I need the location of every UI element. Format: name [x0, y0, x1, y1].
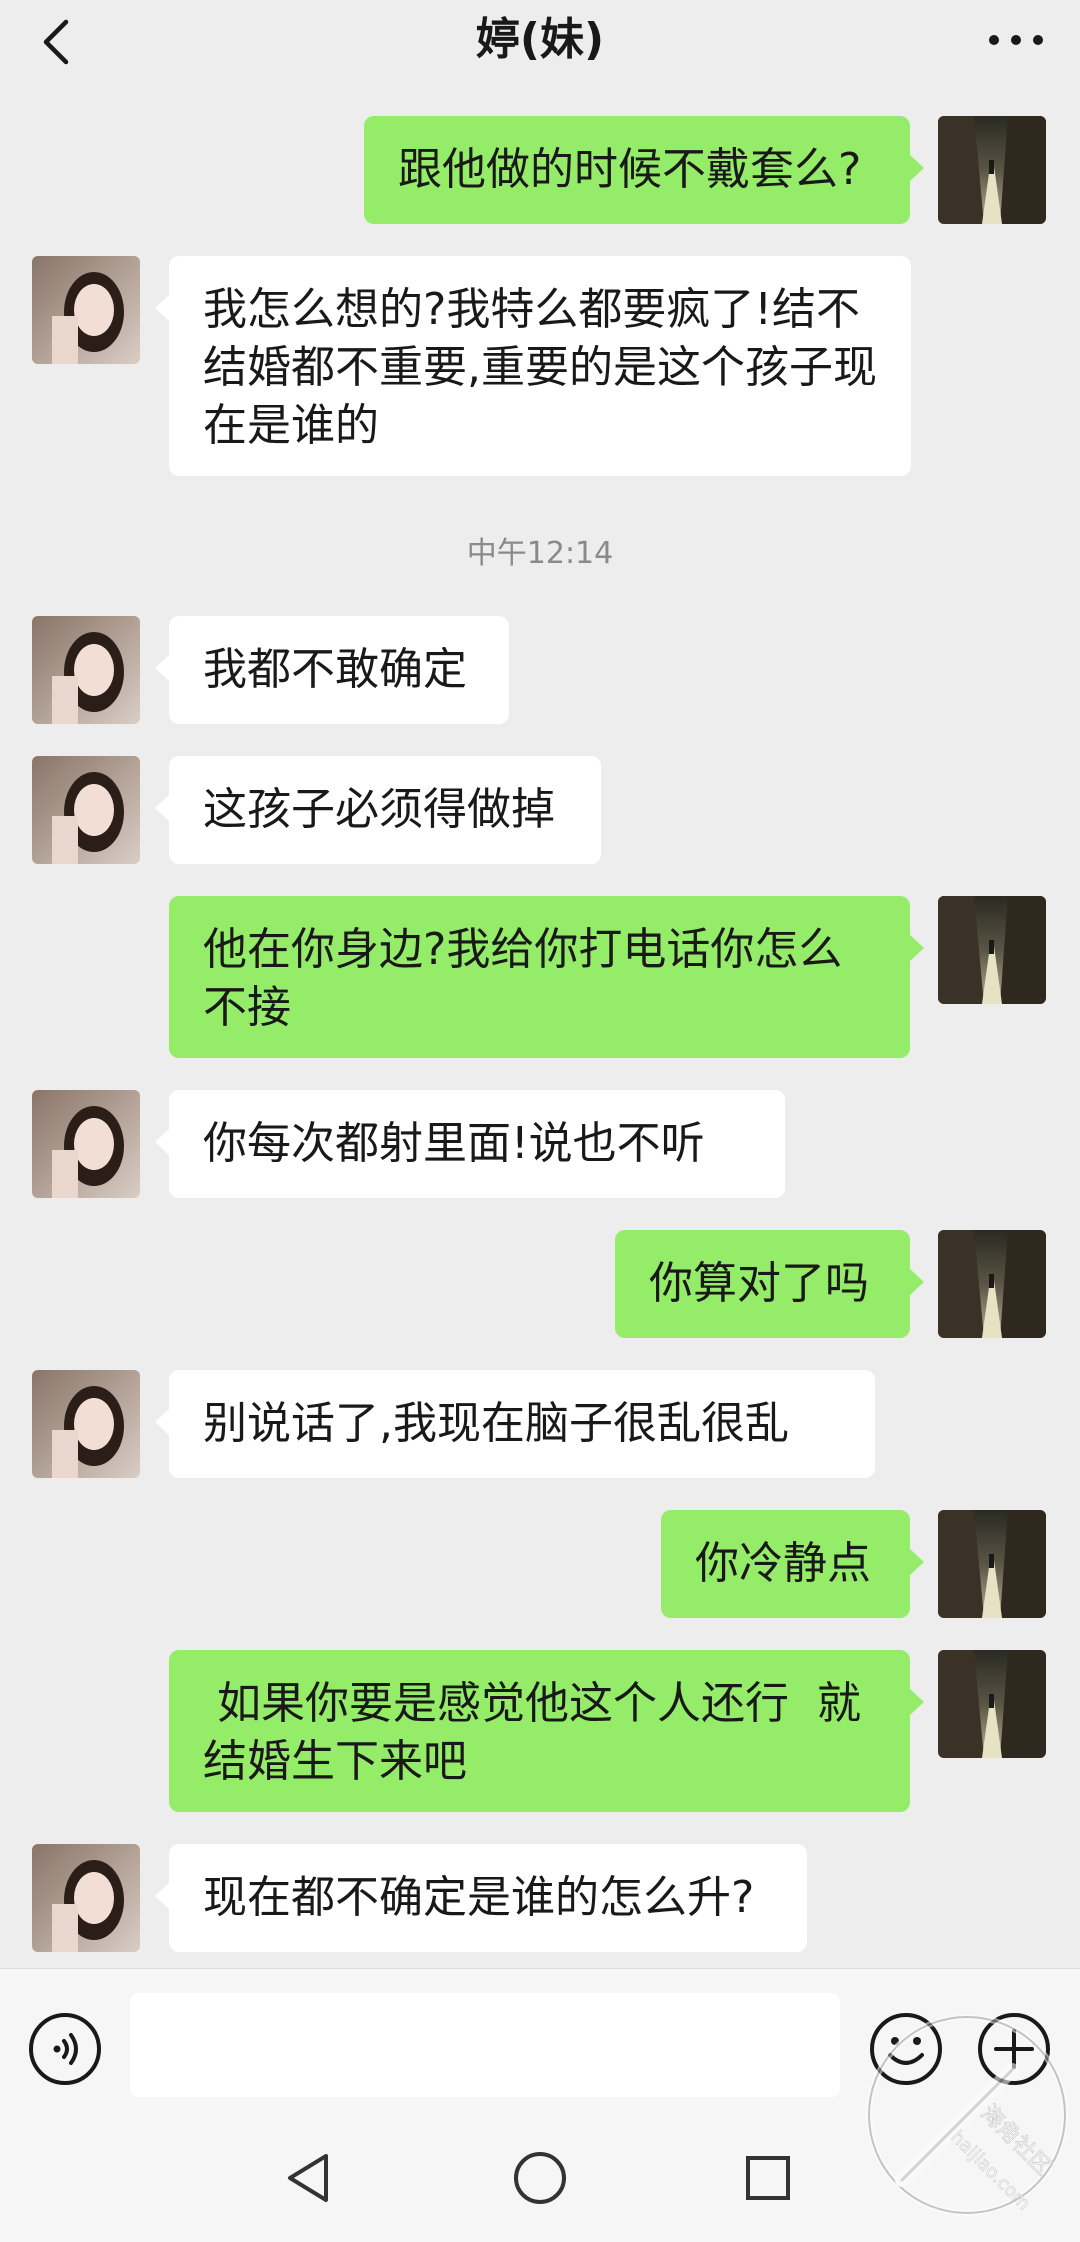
- message-bubble-sent[interactable]: 他在你身边?我给你打电话你怎么不接: [169, 896, 924, 1058]
- more-button[interactable]: [976, 12, 1056, 68]
- message-text: 你冷静点: [695, 1538, 871, 1589]
- message-text: 他在你身边?我给你打电话你怎么不接: [203, 924, 843, 1033]
- girl-photo-avatar: [32, 256, 140, 364]
- nav-home-button[interactable]: [500, 2138, 580, 2218]
- girl-photo-avatar: [32, 1844, 140, 1952]
- alley-photo-avatar: [938, 1230, 1046, 1338]
- plus-icon: [978, 2013, 1050, 2085]
- contact-avatar[interactable]: [32, 256, 140, 364]
- message-bubble-received[interactable]: 现在都不确定是谁的怎么升?: [155, 1844, 807, 1952]
- more-horizontal-icon: [989, 35, 1043, 45]
- my-avatar[interactable]: [938, 1650, 1046, 1758]
- contact-avatar[interactable]: [32, 1370, 140, 1478]
- message-text: 别说话了,我现在脑子很乱很乱: [203, 1398, 789, 1449]
- message-bubble-received[interactable]: 这孩子必须得做掉: [155, 756, 601, 864]
- my-avatar[interactable]: [938, 1510, 1046, 1618]
- nav-recents-button[interactable]: [728, 2138, 808, 2218]
- message-timestamp: 中午12:14: [466, 536, 614, 571]
- message-bubble-sent[interactable]: 跟他做的时候不戴套么?: [364, 116, 924, 224]
- chat-header: 婷(妹): [0, 0, 1080, 108]
- girl-photo-avatar: [32, 616, 140, 724]
- message-bubble-received[interactable]: 你每次都射里面!说也不听: [155, 1090, 785, 1198]
- alley-photo-avatar: [938, 1650, 1046, 1758]
- my-avatar[interactable]: [938, 896, 1046, 1004]
- contact-avatar[interactable]: [32, 1844, 140, 1952]
- square-recents-icon: [746, 2156, 790, 2200]
- contact-avatar[interactable]: [32, 1090, 140, 1198]
- message-text: 你每次都射里面!说也不听: [203, 1118, 705, 1169]
- chevron-left-icon: [43, 19, 69, 65]
- back-button[interactable]: [28, 14, 84, 70]
- girl-photo-avatar: [32, 1370, 140, 1478]
- more-functions-button[interactable]: [976, 2011, 1052, 2087]
- message-bubble-sent[interactable]: 你冷静点: [661, 1510, 924, 1618]
- alley-photo-avatar: [938, 116, 1046, 224]
- voice-button[interactable]: [27, 2011, 103, 2087]
- alley-photo-avatar: [938, 896, 1046, 1004]
- message-bubble-sent[interactable]: 如果你要是感觉他这个人还行 就结婚生下来吧: [169, 1650, 924, 1812]
- contact-avatar[interactable]: [32, 756, 140, 864]
- system-navigation-bar: [0, 2108, 1080, 2242]
- girl-photo-avatar: [32, 1090, 140, 1198]
- message-text: 这孩子必须得做掉: [203, 784, 555, 835]
- voice-icon: [29, 2013, 101, 2085]
- contact-avatar[interactable]: [32, 616, 140, 724]
- triangle-back-icon: [288, 2154, 328, 2202]
- my-avatar[interactable]: [938, 116, 1046, 224]
- message-text: 现在都不确定是谁的怎么升?: [203, 1872, 755, 1923]
- message-text: 如果你要是感觉他这个人还行 就结婚生下来吧: [203, 1678, 861, 1787]
- message-bubble-sent[interactable]: 你算对了吗: [615, 1230, 924, 1338]
- input-bar: [0, 1968, 1080, 2109]
- message-list[interactable]: 跟他做的时候不戴套么? 我怎么想的?我特么都要疯了!结不结婚都不重要,重要的是这…: [0, 108, 1080, 1968]
- message-text: 我怎么想的?我特么都要疯了!结不结婚都不重要,重要的是这个孩子现在是谁的: [203, 284, 877, 451]
- circle-home-icon: [514, 2152, 566, 2204]
- nav-back-button[interactable]: [268, 2138, 348, 2218]
- message-bubble-received[interactable]: 别说话了,我现在脑子很乱很乱: [155, 1370, 875, 1478]
- my-avatar[interactable]: [938, 1230, 1046, 1338]
- message-bubble-received[interactable]: 我都不敢确定: [155, 616, 509, 724]
- alley-photo-avatar: [938, 1510, 1046, 1618]
- message-text: 跟他做的时候不戴套么?: [398, 144, 862, 195]
- message-text: 我都不敢确定: [203, 644, 467, 695]
- message-text: 你算对了吗: [649, 1258, 869, 1309]
- emoji-button[interactable]: [868, 2011, 944, 2087]
- girl-photo-avatar: [32, 756, 140, 864]
- emoji-icon: [870, 2013, 942, 2085]
- message-bubble-received[interactable]: 我怎么想的?我特么都要疯了!结不结婚都不重要,重要的是这个孩子现在是谁的: [155, 256, 911, 476]
- chat-title: 婷(妹): [475, 14, 605, 65]
- message-input[interactable]: [130, 1993, 840, 2097]
